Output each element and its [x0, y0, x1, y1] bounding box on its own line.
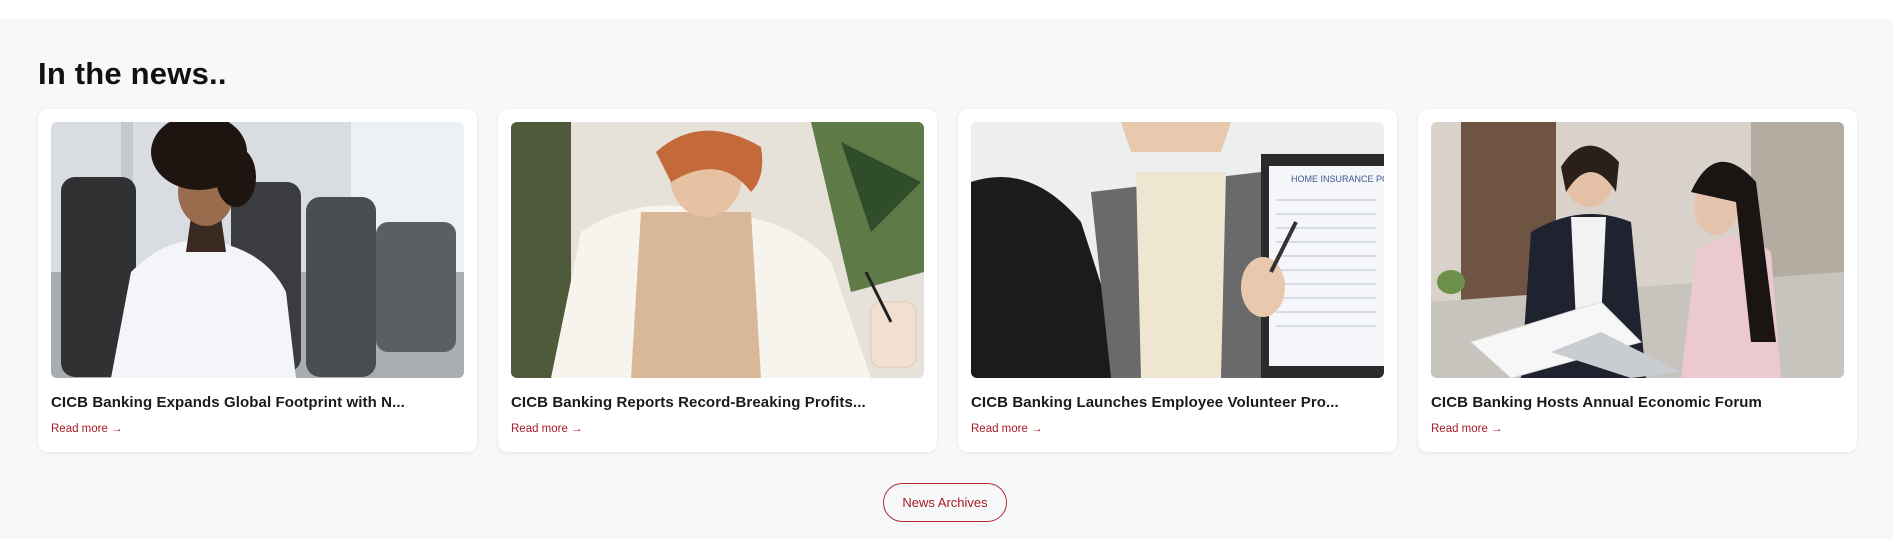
news-card-image[interactable] — [51, 122, 464, 378]
news-card-image[interactable]: HOME INSURANCE POLICY — [971, 122, 1384, 378]
woman-in-lab-coat-photo — [51, 122, 464, 378]
news-card-title[interactable]: CICB Banking Reports Record-Breaking Pro… — [511, 394, 924, 411]
read-more-link[interactable]: Read more → — [511, 423, 583, 435]
news-card-title[interactable]: CICB Banking Hosts Annual Economic Forum — [1431, 394, 1844, 411]
insurance-policy-meeting-photo: HOME INSURANCE POLICY — [971, 122, 1384, 378]
two-women-reviewing-documents-photo — [1431, 122, 1844, 378]
news-card-image[interactable] — [1431, 122, 1844, 378]
news-card-image[interactable] — [511, 122, 924, 378]
read-more-link[interactable]: Read more → — [971, 423, 1043, 435]
woman-writing-at-desk-photo — [511, 122, 924, 378]
read-more-link[interactable]: Read more → — [1431, 423, 1503, 435]
section-heading: In the news.. — [38, 56, 227, 91]
news-card[interactable]: HOME INSURANCE POLICY CICB Banking Lau — [958, 109, 1397, 452]
page-footer-strip — [0, 539, 1893, 556]
policy-doc-title: HOME INSURANCE POLICY — [1291, 174, 1384, 184]
news-card-title[interactable]: CICB Banking Expands Global Footprint wi… — [51, 394, 464, 411]
news-cards: CICB Banking Expands Global Footprint wi… — [38, 109, 1857, 452]
news-card-title[interactable]: CICB Banking Launches Employee Volunteer… — [971, 394, 1384, 411]
news-card[interactable]: CICB Banking Hosts Annual Economic Forum… — [1418, 109, 1857, 452]
news-card[interactable]: CICB Banking Expands Global Footprint wi… — [38, 109, 477, 452]
news-card[interactable]: CICB Banking Reports Record-Breaking Pro… — [498, 109, 937, 452]
read-more-link[interactable]: Read more → — [51, 423, 123, 435]
news-archives-button[interactable]: News Archives — [883, 483, 1007, 522]
